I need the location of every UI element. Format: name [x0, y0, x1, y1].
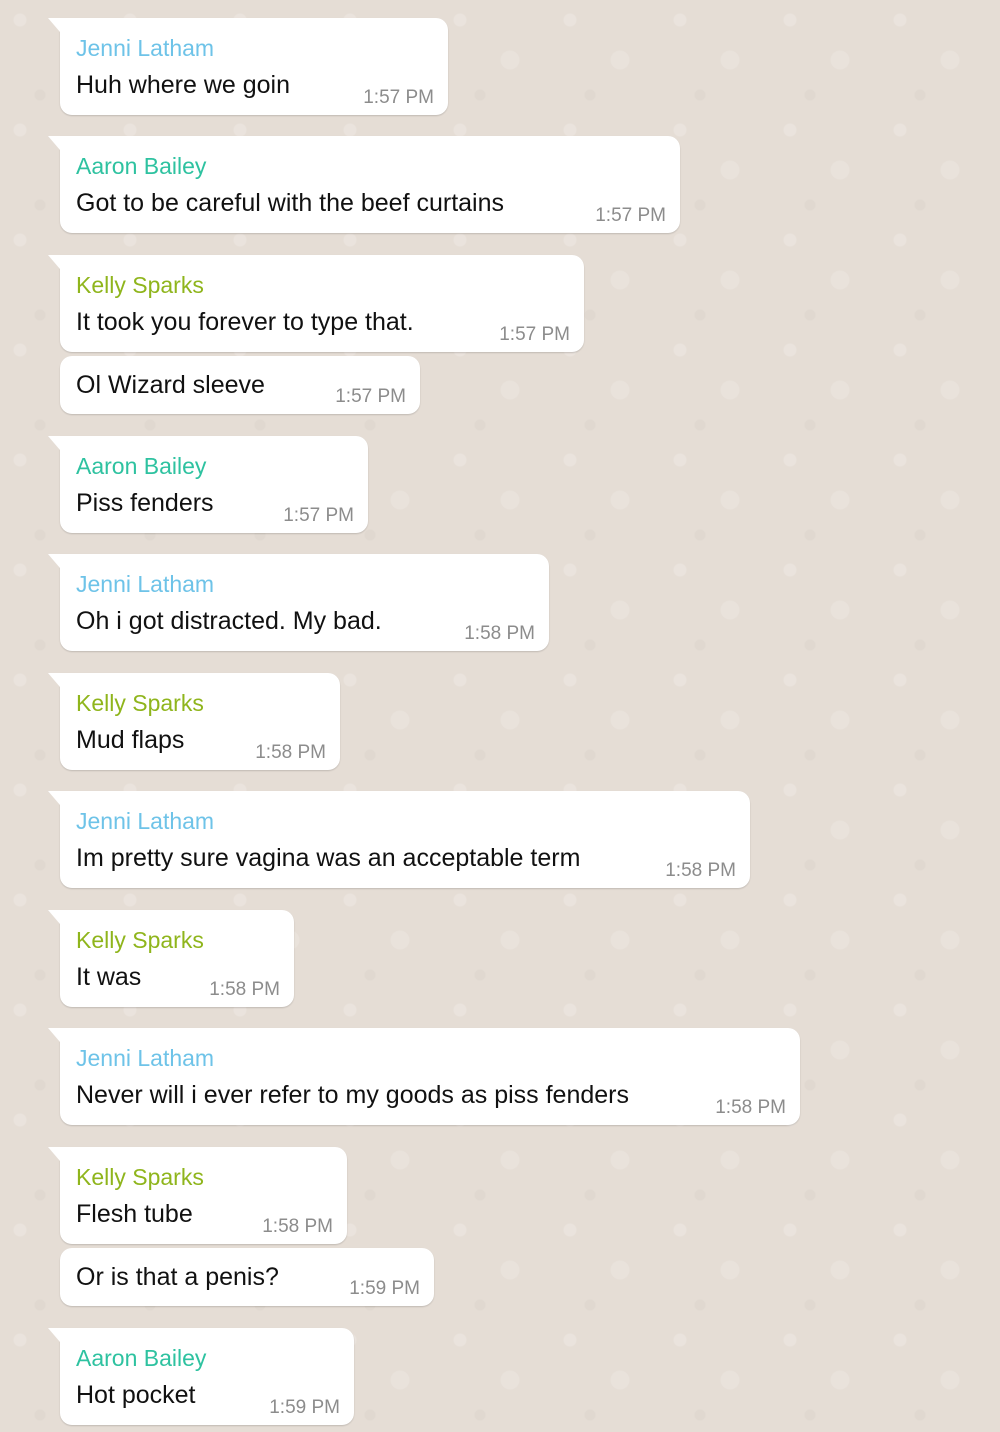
sender-name: Jenni Latham [76, 35, 215, 61]
message-bubble[interactable]: Kelly Sparks Mud flaps 1:58 PM [48, 673, 340, 770]
message-text: Flesh tube [76, 1200, 193, 1228]
sender-name: Aaron Bailey [76, 1345, 207, 1371]
message-bubble[interactable]: Ol Wizard sleeve 1:57 PM [60, 356, 420, 414]
sender-name: Jenni Latham [76, 808, 215, 834]
message-text: Ol Wizard sleeve [76, 371, 265, 399]
message-text: Or is that a penis? [76, 1263, 279, 1291]
message-text: Huh where we goin [76, 71, 291, 99]
message-text: Hot pocket [76, 1381, 196, 1409]
message-timestamp: 1:58 PM [255, 742, 326, 763]
message-timestamp: 1:57 PM [283, 505, 354, 526]
message-text: Got to be careful with the beef curtains [76, 189, 505, 217]
message-timestamp: 1:58 PM [262, 1216, 333, 1237]
message-bubble[interactable]: Aaron Bailey Piss fenders 1:57 PM [48, 436, 368, 533]
sender-name: Aaron Bailey [76, 453, 207, 479]
message-text: Im pretty sure vagina was an acceptable … [76, 844, 581, 872]
sender-name: Jenni Latham [76, 1045, 215, 1071]
message-bubble[interactable]: Jenni Latham Im pretty sure vagina was a… [48, 791, 750, 888]
message-text: Piss fenders [76, 489, 214, 517]
message-bubble[interactable]: Jenni Latham Never will i ever refer to … [48, 1028, 800, 1125]
message-timestamp: 1:59 PM [349, 1278, 420, 1299]
sender-name: Kelly Sparks [76, 690, 204, 716]
message-bubble[interactable]: Kelly Sparks It took you forever to type… [48, 255, 584, 352]
message-bubble[interactable]: Kelly Sparks Flesh tube 1:58 PM [48, 1147, 347, 1244]
message-timestamp: 1:58 PM [464, 623, 535, 644]
message-timestamp: 1:57 PM [363, 87, 434, 108]
message-timestamp: 1:58 PM [209, 979, 280, 1000]
chat-message-list[interactable]: Jenni Latham Huh where we goin 1:57 PM A… [0, 0, 1000, 1432]
message-bubble[interactable]: Kelly Sparks It was 1:58 PM [48, 910, 294, 1007]
message-text: It took you forever to type that. [76, 308, 414, 336]
message-text: Oh i got distracted. My bad. [76, 607, 382, 635]
message-timestamp: 1:57 PM [335, 386, 406, 407]
sender-name: Jenni Latham [76, 571, 215, 597]
sender-name: Kelly Sparks [76, 272, 204, 298]
sender-name: Aaron Bailey [76, 153, 207, 179]
message-timestamp: 1:58 PM [665, 860, 736, 881]
message-text: Mud flaps [76, 726, 185, 754]
sender-name: Kelly Sparks [76, 1164, 204, 1190]
sender-name: Kelly Sparks [76, 927, 204, 953]
message-bubble[interactable]: Jenni Latham Huh where we goin 1:57 PM [48, 18, 448, 115]
message-bubble[interactable]: Or is that a penis? 1:59 PM [60, 1248, 434, 1306]
message-bubble[interactable]: Aaron Bailey Hot pocket 1:59 PM [48, 1328, 354, 1425]
message-timestamp: 1:59 PM [269, 1397, 340, 1418]
message-bubble[interactable]: Jenni Latham Oh i got distracted. My bad… [48, 554, 549, 651]
message-text: It was [76, 963, 142, 991]
message-timestamp: 1:57 PM [499, 324, 570, 345]
message-timestamp: 1:58 PM [715, 1097, 786, 1118]
message-bubble[interactable]: Aaron Bailey Got to be careful with the … [48, 136, 680, 233]
message-timestamp: 1:57 PM [595, 205, 666, 226]
message-text: Never will i ever refer to my goods as p… [76, 1081, 629, 1109]
